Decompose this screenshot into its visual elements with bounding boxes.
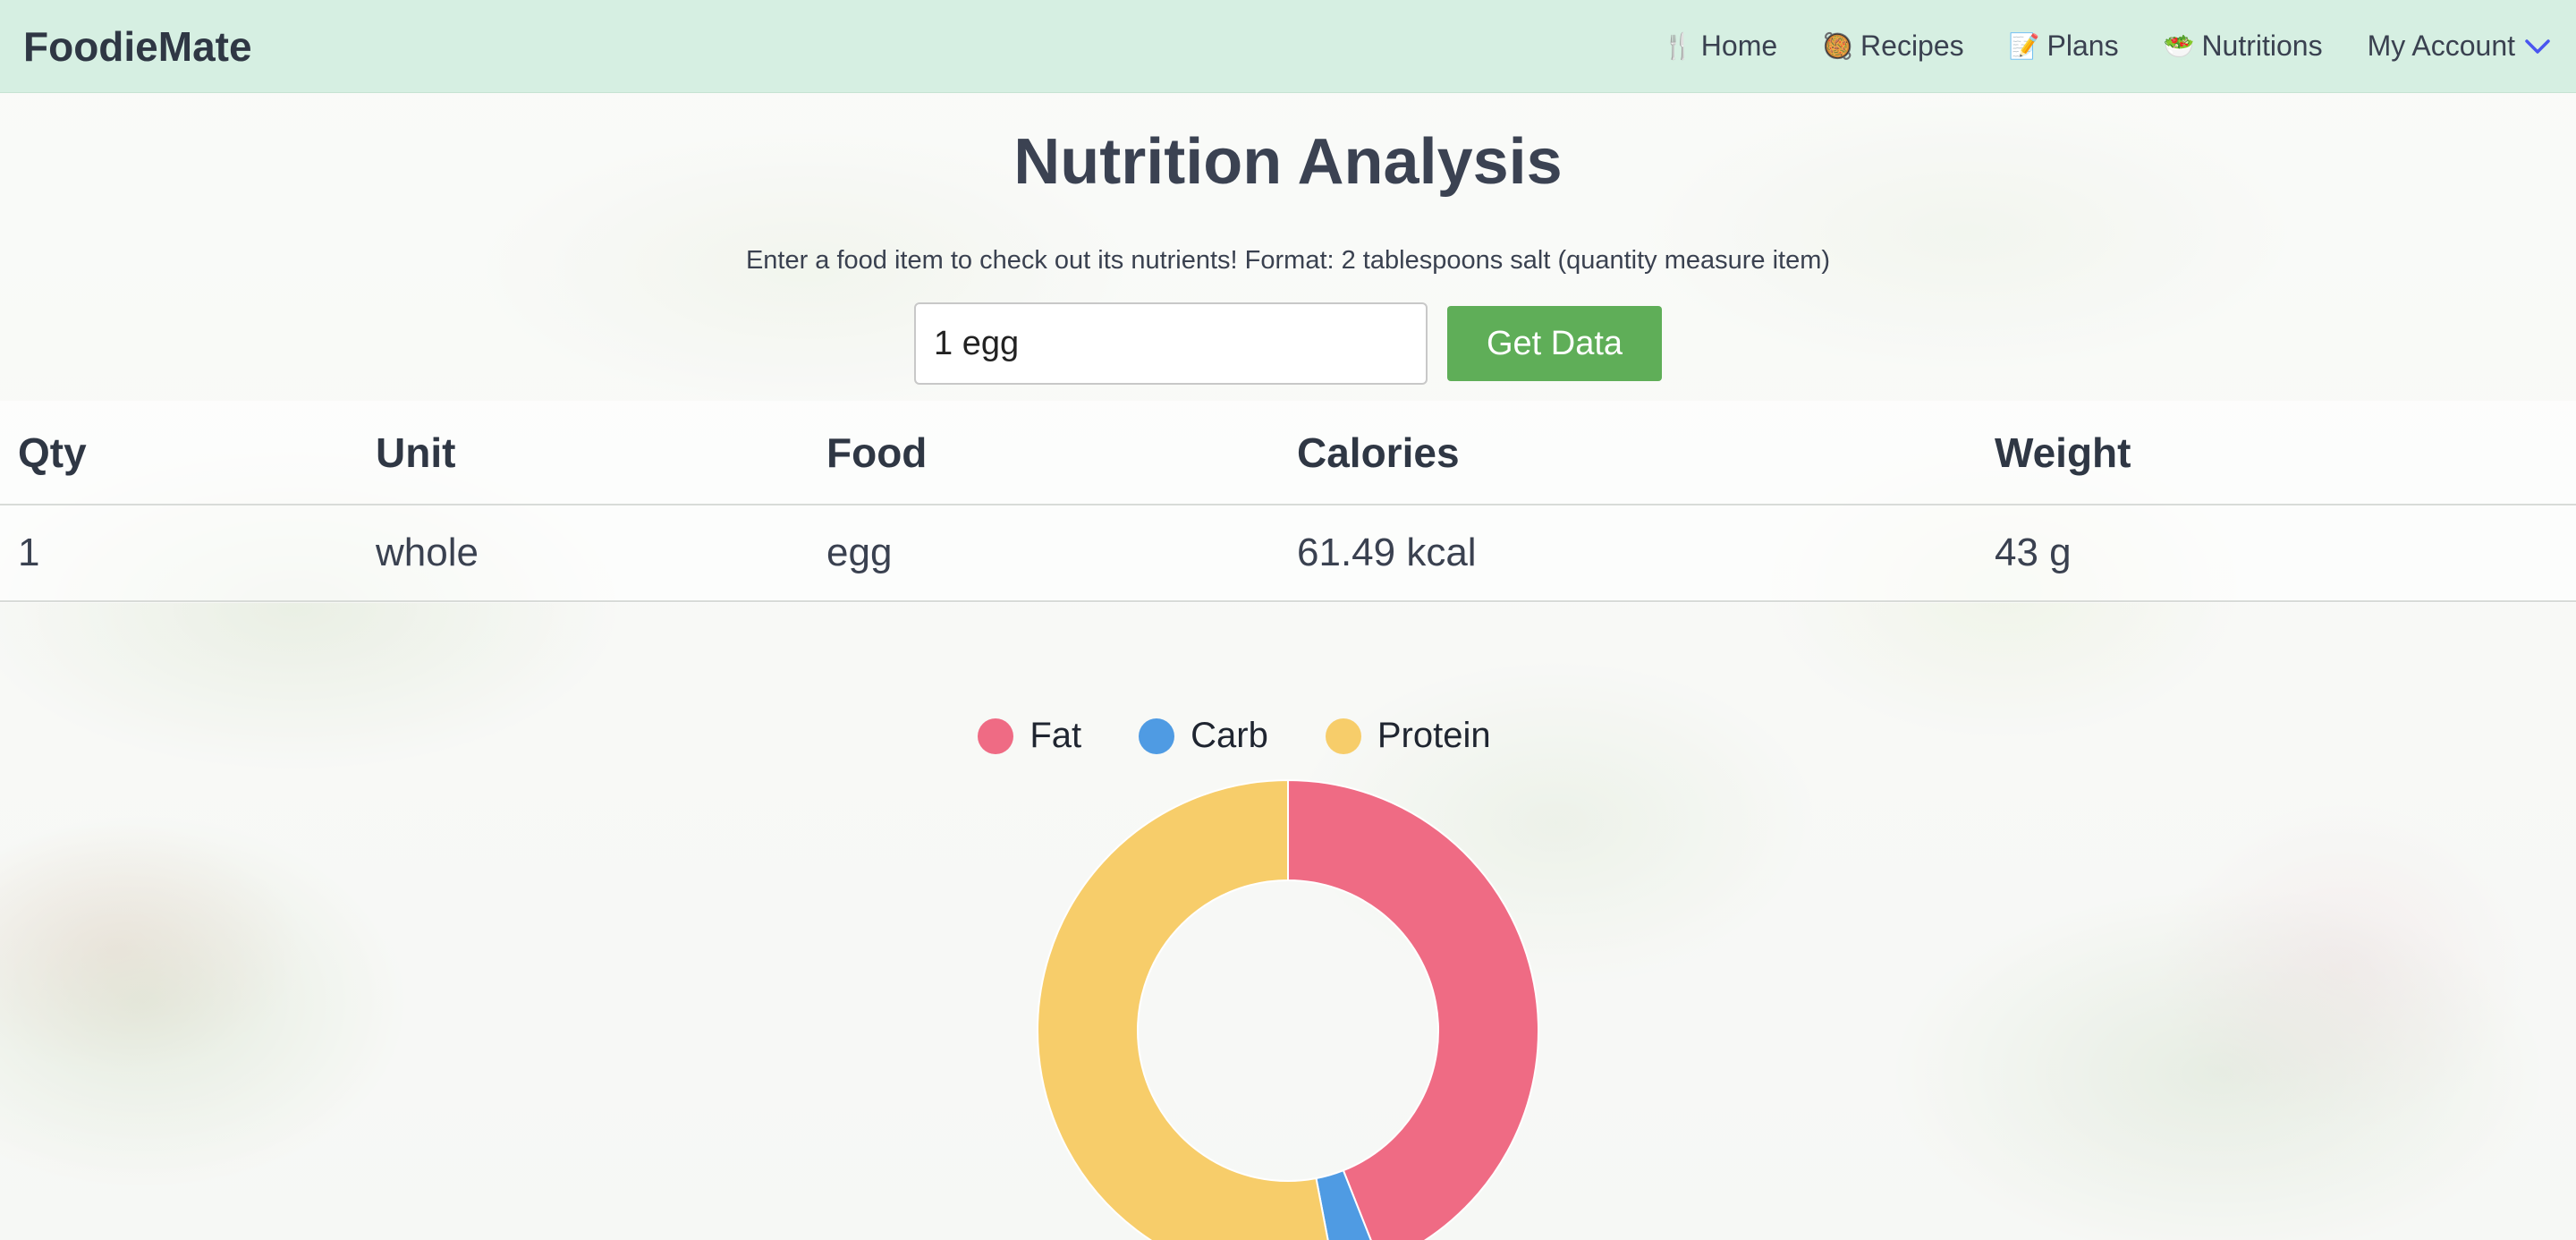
nav-label-nutritions: Nutritions: [2201, 30, 2323, 62]
food-search-input[interactable]: [914, 302, 1428, 385]
fork-knife-icon: 🍴: [1662, 32, 1694, 60]
nav-item-home[interactable]: 🍴 Home: [1663, 30, 1777, 63]
macro-donut-chart: [1036, 778, 1540, 1240]
brand-logo[interactable]: FoodieMate: [23, 22, 252, 71]
column-header-weight: Weight: [1977, 401, 2576, 505]
table-header-row: Qty Unit Food Calories Weight: [0, 401, 2576, 505]
legend-label-carb: Carb: [1191, 716, 1268, 755]
legend-item-carb[interactable]: Carb: [1139, 716, 1268, 756]
chevron-down-icon: [2522, 31, 2553, 62]
cell-weight: 43 g: [1977, 505, 2576, 602]
chart-legend: Fat Carb Protein: [0, 716, 2522, 756]
cell-unit: whole: [358, 505, 809, 602]
column-header-food: Food: [809, 401, 1279, 505]
nutrition-table-container: Qty Unit Food Calories Weight 1 whole eg…: [0, 401, 2576, 603]
nav-item-nutritions[interactable]: 🥗 Nutritions: [2164, 30, 2323, 63]
salad-icon: 🥗: [2163, 32, 2195, 60]
legend-swatch-fat: [978, 718, 1014, 754]
cell-calories: 61.49 kcal: [1279, 505, 1977, 602]
legend-item-fat[interactable]: Fat: [978, 716, 1081, 756]
account-menu[interactable]: My Account: [2368, 30, 2553, 63]
instructions-text: Enter a food item to check out its nutri…: [745, 246, 1831, 275]
dish-icon: 🥘: [1822, 32, 1854, 60]
cell-food: egg: [809, 505, 1279, 602]
nav-label-recipes: Recipes: [1860, 30, 1964, 62]
column-header-qty: Qty: [0, 401, 358, 505]
nutrition-table: Qty Unit Food Calories Weight 1 whole eg…: [0, 401, 2576, 602]
table-row: 1 whole egg 61.49 kcal 43 g: [0, 505, 2576, 602]
memo-icon: 📝: [2008, 32, 2040, 60]
donut-slice-fat[interactable]: [1287, 778, 1539, 1240]
column-header-calories: Calories: [1279, 401, 1977, 505]
legend-swatch-carb: [1139, 718, 1175, 754]
nav-menu: 🍴 Home 🥘 Recipes 📝 Plans 🥗 Nutritions My…: [1663, 30, 2553, 63]
nav-label-plans: Plans: [2046, 30, 2119, 62]
cell-qty: 1: [0, 505, 358, 602]
legend-swatch-protein: [1325, 718, 1361, 754]
column-header-unit: Unit: [358, 401, 809, 505]
nav-label-home: Home: [1700, 30, 1778, 62]
page-title: Nutrition Analysis: [1013, 126, 1563, 198]
nav-item-plans[interactable]: 📝 Plans: [2009, 30, 2119, 63]
account-label: My Account: [2367, 30, 2515, 62]
legend-item-protein[interactable]: Protein: [1325, 716, 1491, 756]
get-data-button[interactable]: Get Data: [1447, 306, 1662, 381]
donut-svg: [1037, 778, 1539, 1240]
navbar: FoodieMate 🍴 Home 🥘 Recipes 📝 Plans 🥗 Nu…: [0, 0, 2576, 93]
nav-item-recipes[interactable]: 🥘 Recipes: [1822, 30, 1963, 63]
legend-label-protein: Protein: [1377, 716, 1491, 755]
legend-label-fat: Fat: [1030, 716, 1082, 755]
